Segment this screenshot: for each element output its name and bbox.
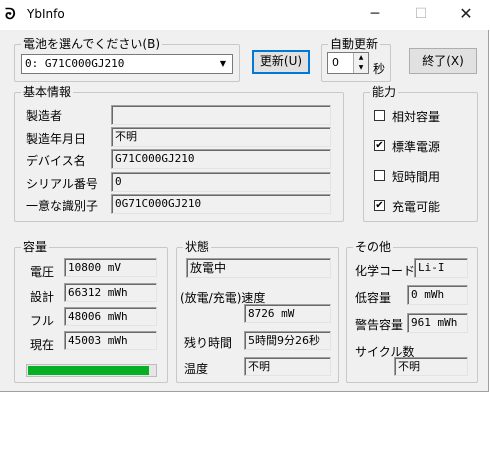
app-window: ᘒ YbInfo ─ ☐ ✕ 電池を選んでください(B) 0: G71C000G… <box>0 0 489 392</box>
unique-id-label: 一意な識別子 <box>26 199 99 213</box>
current-capacity-label: 現在 <box>30 338 55 352</box>
auto-refresh-value[interactable]: 0 <box>332 56 339 69</box>
serial-number-field: 0 <box>111 172 331 192</box>
state-field: 放電中 <box>186 258 331 278</box>
rechargeable-label: 充電可能 <box>392 200 441 214</box>
full-capacity-field: 48006 mWh <box>64 307 157 326</box>
cycle-count-field: 不明 <box>394 357 468 376</box>
manufacture-date-label: 製造年月日 <box>26 132 87 146</box>
app-icon: ᘒ <box>5 5 16 23</box>
low-capacity-field: 0 mWh <box>407 285 468 305</box>
exit-button-label: 終了(X) <box>422 54 464 68</box>
battery-select-value: 0: G71C000GJ210 <box>25 57 125 70</box>
battery-select-dropdown[interactable]: 0: G71C000GJ210 ▼ <box>21 54 233 74</box>
auto-refresh-label: 自動更新 <box>328 37 381 51</box>
battery-select-label: 電池を選んでください(B) <box>21 37 162 51</box>
temperature-label: 温度 <box>184 362 209 376</box>
refresh-button-label: 更新(U) <box>259 54 303 68</box>
manufacturer-label: 製造者 <box>26 109 63 123</box>
serial-number-label: シリアル番号 <box>26 177 98 191</box>
device-name-field: G71C000GJ210 <box>111 149 331 169</box>
chemistry-label: 化学コード <box>355 264 416 278</box>
standard-power-label: 標準電源 <box>392 140 441 154</box>
relative-capacity-checkbox[interactable] <box>374 110 385 121</box>
auto-refresh-spinner[interactable]: 0 ▲ ▼ <box>327 52 369 74</box>
basic-info-title: 基本情報 <box>21 85 74 99</box>
remaining-time-label: 残り時間 <box>184 336 233 350</box>
refresh-button[interactable]: 更新(U) <box>252 50 310 74</box>
standard-power-checkbox[interactable]: ✔ <box>374 140 385 151</box>
full-capacity-label: フル <box>30 314 55 328</box>
manufacturer-field <box>111 105 331 125</box>
current-capacity-field: 45003 mWh <box>64 331 157 350</box>
auto-refresh-unit: 秒 <box>373 62 386 76</box>
capacity-title: 容量 <box>21 240 50 254</box>
short-term-label: 短時間用 <box>392 170 441 184</box>
title-bar: ᘒ YbInfo ─ ☐ ✕ <box>0 0 489 30</box>
low-capacity-label: 低容量 <box>355 291 392 305</box>
unique-id-field: 0G71C000GJ210 <box>111 194 331 214</box>
rate-field: 8726 mW <box>244 304 331 323</box>
voltage-label: 電圧 <box>30 265 55 279</box>
maximize-button[interactable]: ☐ <box>398 0 444 30</box>
chemistry-field: Li-I <box>414 258 468 278</box>
window-title: YbInfo <box>27 7 65 21</box>
charge-progress-fill <box>28 366 150 375</box>
close-button[interactable]: ✕ <box>443 0 489 30</box>
relative-capacity-label: 相対容量 <box>392 110 441 124</box>
device-name-label: デバイス名 <box>26 154 86 168</box>
spin-up-icon[interactable]: ▲ <box>354 53 368 63</box>
chevron-down-icon[interactable]: ▼ <box>215 56 231 72</box>
other-title: その他 <box>353 240 394 254</box>
minimize-button[interactable]: ─ <box>352 0 398 30</box>
design-capacity-field: 66312 mWh <box>64 283 157 302</box>
status-title: 状態 <box>183 240 212 254</box>
design-capacity-label: 設計 <box>30 290 55 304</box>
warning-capacity-field: 961 mWh <box>407 313 468 333</box>
capability-title: 能力 <box>370 85 399 99</box>
voltage-field: 10800 mV <box>64 258 157 277</box>
charge-progress-bar <box>26 364 157 377</box>
remaining-time-field: 5時間9分26秒 <box>244 331 331 350</box>
short-term-checkbox[interactable] <box>374 170 385 181</box>
exit-button[interactable]: 終了(X) <box>409 48 477 74</box>
manufacture-date-field: 不明 <box>111 127 331 147</box>
rechargeable-checkbox[interactable]: ✔ <box>374 200 385 211</box>
warning-capacity-label: 警告容量 <box>355 318 404 332</box>
spin-down-icon[interactable]: ▼ <box>354 63 368 73</box>
temperature-field: 不明 <box>244 357 331 376</box>
